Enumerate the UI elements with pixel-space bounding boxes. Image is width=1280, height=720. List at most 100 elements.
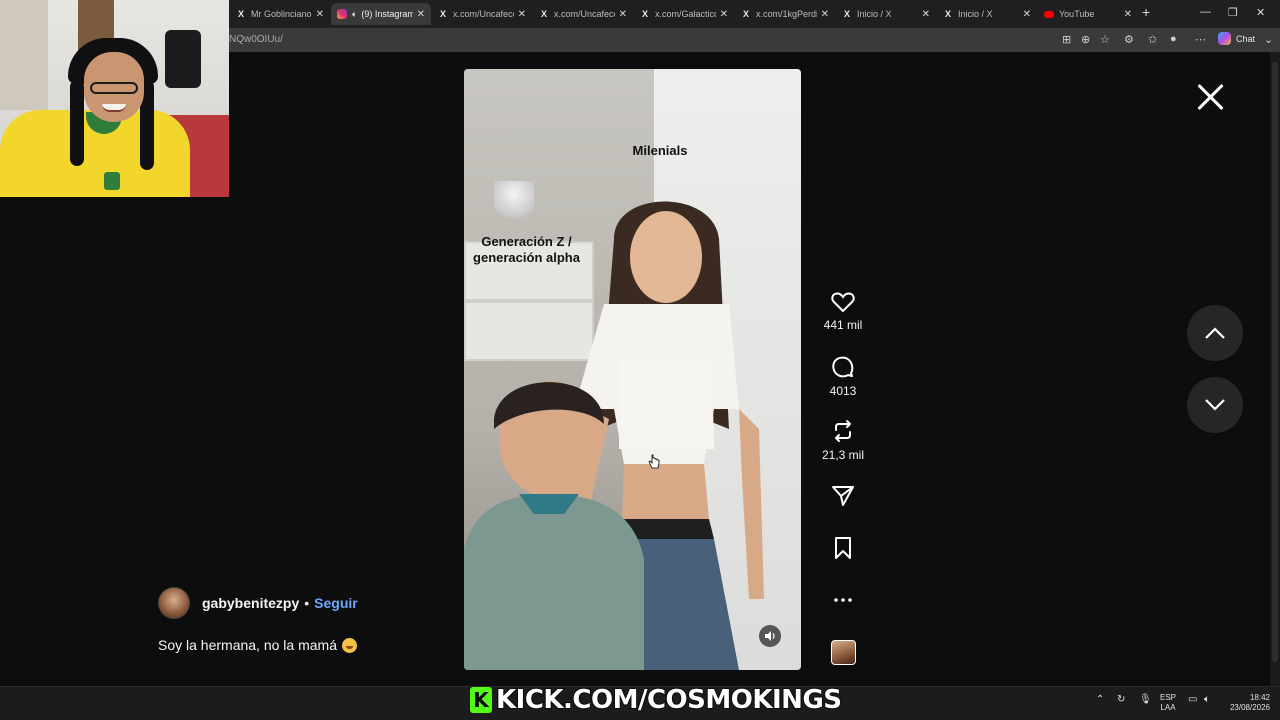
profile-avatar-icon[interactable]: ● — [1170, 33, 1177, 45]
close-tab-icon[interactable]: ✕ — [417, 9, 425, 20]
restore-icon[interactable]: ❐ — [1228, 6, 1238, 19]
chat-label: Chat — [1236, 33, 1256, 44]
overlay-label-gen-z-line1: Generación Z / — [481, 234, 572, 249]
paper-plane-icon — [832, 486, 854, 506]
tab-actions-icon[interactable]: ⊞ — [1062, 33, 1071, 46]
close-viewer-icon[interactable] — [1195, 82, 1225, 112]
close-tab-icon[interactable]: ✕ — [1124, 9, 1132, 20]
tab-youtube[interactable]: YouTube ✕ — [1038, 3, 1138, 25]
overlay-label-milenials: Milenials — [632, 143, 688, 158]
close-tab-icon[interactable]: ✕ — [518, 9, 526, 20]
tab-x-uncafecon-1[interactable]: X x.com/Uncafecon ✕ — [432, 3, 532, 25]
system-clock[interactable]: 18:42 23/08/2026 — [1224, 693, 1270, 713]
more-options-action[interactable] — [812, 590, 874, 610]
speaker-icon — [765, 631, 775, 641]
like-action[interactable]: 441 mil — [812, 291, 874, 332]
previous-post-button[interactable] — [1187, 305, 1243, 361]
close-tab-icon[interactable]: ✕ — [316, 9, 324, 20]
window-close-icon[interactable]: ✕ — [1256, 6, 1265, 19]
close-tab-icon[interactable]: ✕ — [720, 9, 728, 20]
url-field[interactable]: NQw0OIUu/ — [229, 34, 283, 45]
video-boy-figure — [464, 381, 644, 670]
video-lamp — [494, 181, 534, 225]
favorites-list-icon[interactable]: ✩ — [1148, 33, 1157, 46]
tab-x-galacticos[interactable]: X x.com/Galacticos ✕ — [634, 3, 734, 25]
clock-date: 23/08/2026 — [1229, 703, 1270, 712]
minimize-icon[interactable]: — — [1200, 6, 1211, 18]
copilot-chat-button[interactable]: Chat — [1218, 32, 1255, 45]
tab-label: Inicio / X — [857, 9, 892, 19]
kick-banner: K KICK.COM/COSMOKINGS — [470, 684, 843, 716]
post-author-row: gabybenitezpy • Seguir — [158, 587, 358, 619]
tab-inicio-x-2[interactable]: X Inicio / X ✕ — [937, 3, 1037, 25]
extension-icon[interactable]: ⚙ — [1124, 33, 1134, 46]
repost-action[interactable]: 21,3 mil — [812, 419, 874, 462]
tab-instagram[interactable]: 🔈︎ (9) Instagram ✕ — [331, 3, 431, 25]
next-post-button[interactable] — [1187, 377, 1243, 433]
x-logo-icon: X — [237, 9, 244, 19]
repost-count: 21,3 mil — [821, 448, 865, 462]
microphone-icon[interactable]: 🎙︎ — [1139, 694, 1152, 705]
x-logo-icon: X — [944, 9, 951, 19]
new-tab-button[interactable]: + — [1142, 4, 1150, 20]
x-logo-icon: X — [843, 9, 850, 19]
webcam-coat — [165, 30, 201, 88]
more-menu-icon[interactable]: ⋯ — [1195, 33, 1206, 46]
webcam-door — [0, 0, 48, 110]
clock-time: 18:42 — [1249, 693, 1270, 702]
tab-label: x.com/1kgPerdid — [756, 9, 817, 19]
overlay-label-gen-z-line2: generación alpha — [473, 250, 580, 265]
tab-x-1kgperdid[interactable]: X x.com/1kgPerdid ✕ — [735, 3, 835, 25]
chevron-down-icon[interactable]: ⌄ — [1264, 33, 1273, 46]
network-icon[interactable]: ▭ — [1188, 694, 1197, 705]
tray-app-icon[interactable]: ↻ — [1117, 694, 1125, 705]
kick-logo-icon: K — [470, 687, 492, 713]
tab-inicio-x-1[interactable]: X Inicio / X ✕ — [836, 3, 936, 25]
smiling-face-icon — [341, 637, 357, 653]
scrollbar-thumb[interactable] — [1272, 62, 1278, 662]
x-logo-icon: X — [439, 9, 446, 19]
more-dots-icon — [834, 598, 852, 602]
page-scrollbar[interactable] — [1270, 52, 1280, 686]
reel-video[interactable]: Milenials Generación Z / generación alph… — [464, 69, 801, 670]
tab-label: Inicio / X — [958, 9, 993, 19]
audio-thumbnail[interactable] — [831, 640, 856, 665]
keyboard-language[interactable]: ESP LAA — [1160, 693, 1176, 713]
webcam-braid-left — [70, 80, 84, 166]
tab-label: (9) Instagram — [361, 9, 413, 19]
comment-icon — [832, 356, 854, 378]
speaker-icon[interactable]: 🔈︎ — [352, 9, 357, 20]
comment-action[interactable]: 4013 — [812, 355, 874, 398]
post-caption: Soy la hermana, no la mamá — [158, 637, 357, 653]
tab-mr-goblinciano[interactable]: X Mr Goblinciano ( ✕ — [230, 3, 330, 25]
close-tab-icon[interactable]: ✕ — [619, 9, 627, 20]
instagram-icon — [337, 9, 347, 19]
kick-banner-text: KICK.COM/COSMOKINGS — [495, 684, 843, 716]
comment-count: 4013 — [829, 384, 857, 398]
mute-button[interactable] — [759, 625, 781, 647]
tray-chevron-up-icon[interactable]: ⌃ — [1096, 694, 1104, 705]
screen: X Mr Goblinciano ( ✕ 🔈︎ (9) Instagram ✕ … — [0, 0, 1280, 720]
youtube-icon — [1044, 10, 1054, 18]
close-tab-icon[interactable]: ✕ — [922, 9, 930, 20]
streamer-webcam — [0, 0, 229, 197]
username-link[interactable]: gabybenitezpy — [202, 595, 299, 611]
like-count: 441 mil — [823, 318, 863, 332]
share-action[interactable] — [812, 484, 874, 508]
save-action[interactable] — [812, 536, 874, 560]
close-tab-icon[interactable]: ✕ — [821, 9, 829, 20]
volume-icon[interactable]: 🔈︎ — [1204, 694, 1210, 705]
hand-cursor-icon — [648, 454, 660, 469]
x-logo-icon: X — [742, 9, 749, 19]
follow-button[interactable]: Seguir — [314, 595, 358, 611]
repost-icon — [835, 420, 851, 442]
avatar[interactable] — [158, 587, 190, 619]
tab-label: Mr Goblinciano ( — [251, 9, 312, 19]
close-tab-icon[interactable]: ✕ — [1023, 9, 1031, 20]
webcam-crest — [104, 172, 120, 190]
zoom-icon[interactable]: ⊕ — [1081, 33, 1090, 46]
caption-text: Soy la hermana, no la mamá — [158, 637, 337, 653]
tab-x-uncafecon-2[interactable]: X x.com/Uncafecon ✕ — [533, 3, 633, 25]
tab-label: x.com/Uncafecon — [453, 9, 514, 19]
favorite-star-icon[interactable]: ☆ — [1100, 33, 1110, 46]
